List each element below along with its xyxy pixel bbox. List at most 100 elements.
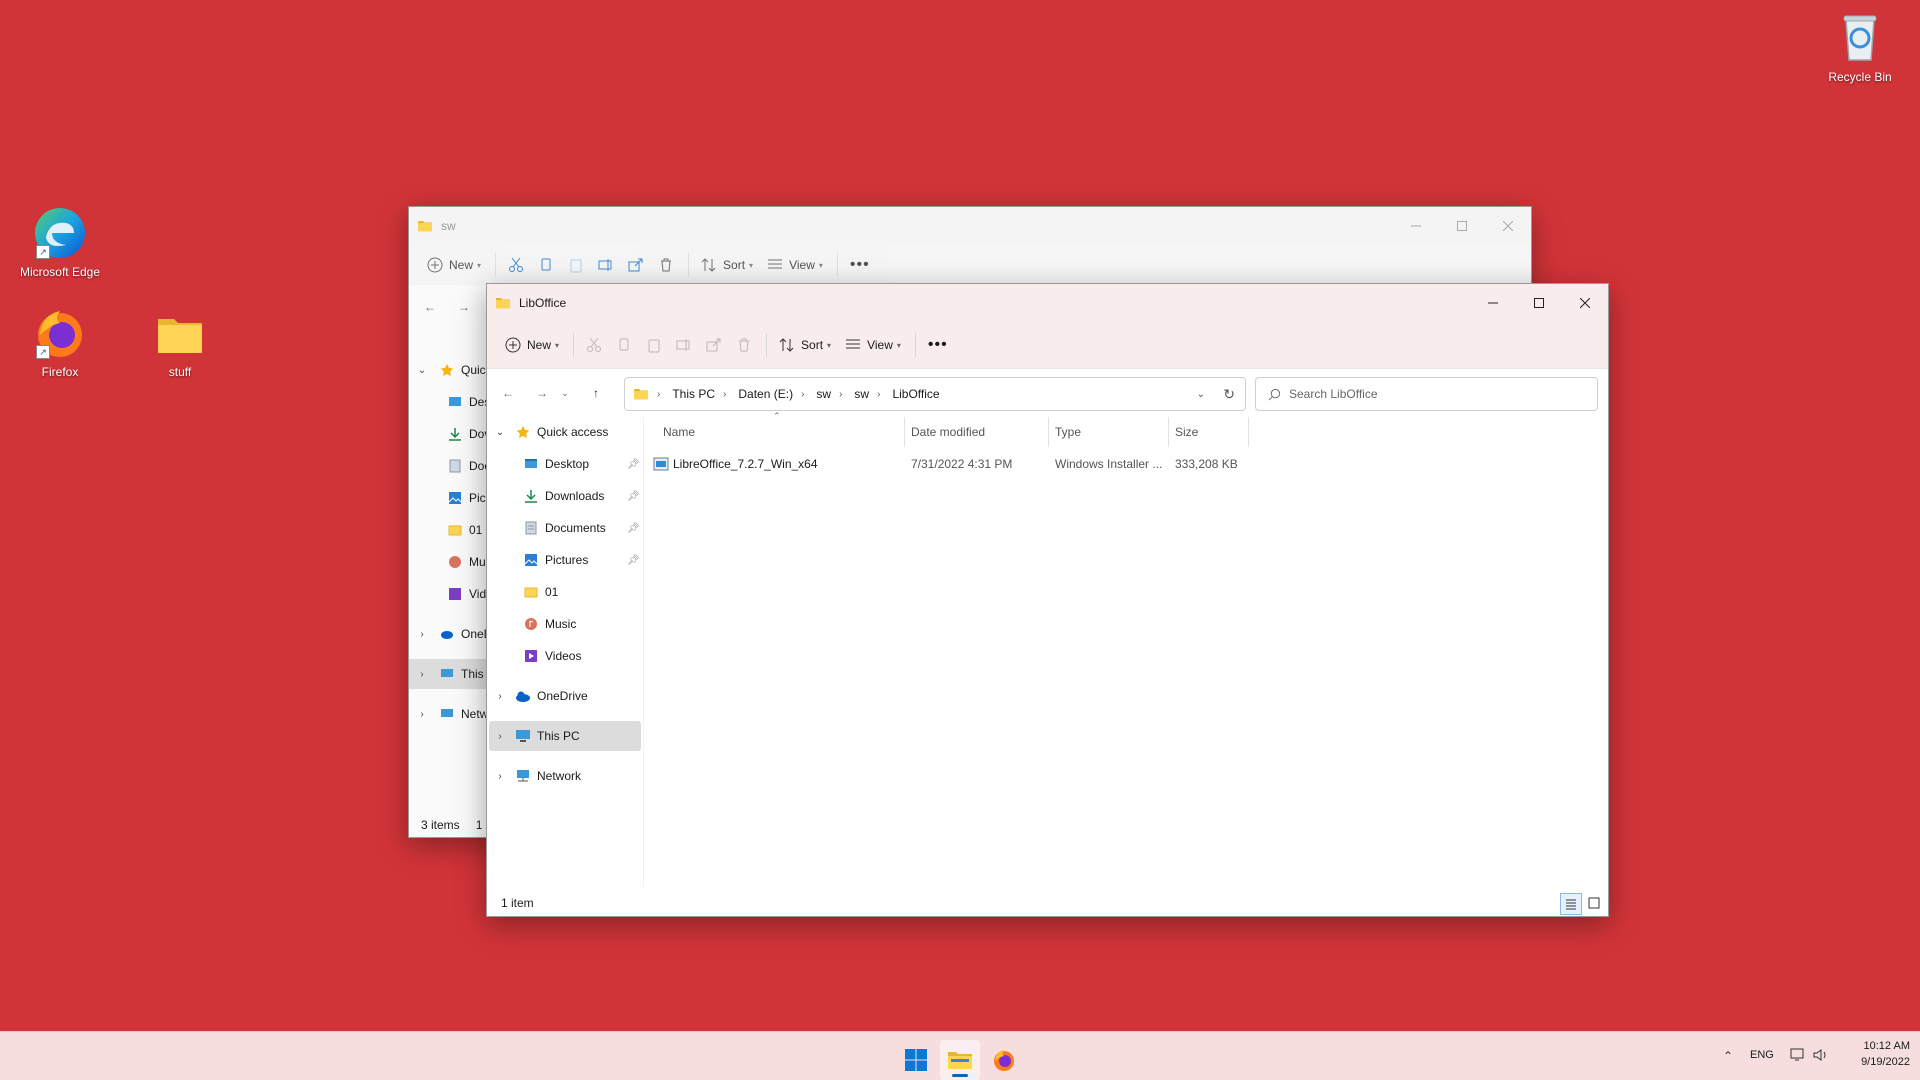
column-header-size[interactable]: Size (1175, 417, 1245, 447)
explorer-window-front[interactable]: LibOffice New ▾ Sort ▾ View ▾ ••• ← → ⌄ … (486, 283, 1609, 917)
sidebar-item-videos[interactable]: Vide (409, 579, 493, 609)
forward-button[interactable]: → (447, 291, 481, 323)
breadcrumb-item[interactable]: This PC › (672, 387, 734, 401)
refresh-button[interactable]: ↻ (1223, 386, 1235, 403)
pin-icon[interactable]: 📌︎ (627, 555, 640, 566)
sidebar-item-videos[interactable]: Videos (487, 641, 643, 671)
pin-icon[interactable]: 📌︎ (627, 459, 640, 470)
new-button[interactable]: New ▾ (421, 249, 487, 281)
back-button[interactable]: ← (491, 377, 525, 409)
language-indicator[interactable]: ENG (1750, 1049, 1774, 1061)
breadcrumb-item[interactable]: sw › (816, 387, 850, 401)
sidebar-item-desktop[interactable]: Desktop 📌︎ (487, 449, 643, 479)
breadcrumb-label: This PC (672, 387, 716, 401)
trash-icon (739, 338, 750, 352)
start-button[interactable] (896, 1040, 936, 1080)
copy-button[interactable] (532, 249, 560, 281)
paste-button[interactable] (640, 329, 668, 361)
column-divider[interactable] (904, 417, 905, 447)
delete-button[interactable] (652, 249, 680, 281)
column-divider[interactable] (1248, 417, 1249, 447)
share-button[interactable] (700, 329, 728, 361)
chevron-right-icon: › (723, 388, 727, 400)
taskbar-firefox[interactable] (984, 1040, 1024, 1080)
delete-button[interactable] (730, 329, 758, 361)
sidebar-item-downloads[interactable]: Dov (409, 419, 490, 449)
back-button[interactable]: ← (413, 291, 447, 323)
sidebar-item-music[interactable]: Mu (409, 547, 486, 577)
folder-icon (417, 218, 433, 234)
title-bar[interactable]: LibOffice (487, 284, 1608, 322)
breadcrumb-item[interactable]: Daten (E:) › (738, 387, 812, 401)
up-button[interactable]: ↑ (579, 377, 613, 409)
cut-button[interactable] (580, 329, 608, 361)
sidebar-item-onedrive[interactable]: › OneD (409, 619, 492, 649)
new-button[interactable]: New ▾ (499, 329, 565, 361)
desktop-icon-stuff-folder[interactable]: stuff (132, 305, 228, 379)
close-button[interactable] (1485, 207, 1531, 245)
sidebar-item-desktop[interactable]: Des (409, 387, 490, 417)
sidebar-item-onedrive[interactable]: › OneDrive (487, 681, 643, 711)
close-button[interactable] (1562, 284, 1608, 322)
sort-button[interactable]: Sort ▾ (695, 249, 759, 281)
pin-icon[interactable]: 📌︎ (627, 491, 640, 502)
column-header-name[interactable]: Name (663, 417, 893, 447)
view-button[interactable]: View ▾ (761, 249, 829, 281)
network-tray-button[interactable] (1790, 1046, 1808, 1067)
desktop-icon-firefox[interactable]: ↗ Firefox (12, 305, 108, 379)
view-button[interactable]: View ▾ (839, 329, 907, 361)
sidebar-item-network[interactable]: › Network (487, 761, 643, 791)
tiles-view-button[interactable] (1584, 893, 1604, 913)
rename-button[interactable] (670, 329, 698, 361)
title-bar[interactable]: sw (409, 207, 1531, 245)
sidebar-item-this-pc[interactable]: › This PC (489, 721, 641, 751)
column-divider[interactable] (1168, 417, 1169, 447)
chevron-right-icon: › (420, 708, 424, 720)
sidebar-item-documents[interactable]: Documents 📌︎ (487, 513, 643, 543)
recent-locations-button[interactable]: ⌄ (553, 377, 577, 409)
maximize-button[interactable] (1516, 284, 1562, 322)
more-options-button[interactable]: ••• (844, 249, 876, 281)
desktop-icon-edge[interactable]: ↗ Microsoft Edge (12, 205, 108, 279)
sidebar-item-quick-access[interactable]: ⌄ Quic (409, 355, 486, 385)
more-options-button[interactable]: ••• (922, 329, 954, 361)
rename-button[interactable] (592, 249, 620, 281)
breadcrumb-separator[interactable]: › (649, 389, 668, 400)
sidebar-item-music[interactable]: Music (487, 609, 643, 639)
sidebar-item-01[interactable]: 01 (487, 577, 643, 607)
cut-button[interactable] (502, 249, 530, 281)
paste-button[interactable] (562, 249, 590, 281)
copy-button[interactable] (610, 329, 638, 361)
sidebar-item-downloads[interactable]: Downloads 📌︎ (487, 481, 643, 511)
minimize-button[interactable] (1470, 284, 1516, 322)
clock[interactable]: 10:12 AM 9/19/2022 (1840, 1038, 1910, 1070)
breadcrumb-item[interactable]: sw › (854, 387, 888, 401)
address-dropdown-button[interactable]: ⌄ (1197, 389, 1205, 400)
volume-tray-button[interactable] (1812, 1046, 1830, 1067)
sidebar-item-quick-access[interactable]: ⌄ Quick access (487, 417, 643, 447)
sidebar-item-01[interactable]: 01 (409, 515, 482, 545)
cloud-icon (515, 688, 531, 704)
sort-button[interactable]: Sort ▾ (773, 329, 837, 361)
search-box[interactable]: Search LibOffice (1255, 377, 1598, 411)
star-icon (515, 424, 531, 440)
sidebar-item-documents[interactable]: Doc (409, 451, 490, 481)
address-bar[interactable]: › This PC › Daten (E:) › sw › sw › LibOffice… (624, 377, 1246, 411)
details-view-button[interactable] (1560, 893, 1582, 915)
column-divider[interactable] (1048, 417, 1049, 447)
sidebar-item-pictures[interactable]: Pict (409, 483, 489, 513)
sidebar-item-pictures[interactable]: Pictures 📌︎ (487, 545, 643, 575)
sidebar-item-network[interactable]: › Netw (409, 699, 488, 729)
table-row[interactable]: LibreOffice_7.2.7_Win_x64 7/31/2022 4:31… (647, 449, 1267, 479)
minimize-button[interactable] (1393, 207, 1439, 245)
column-header-type[interactable]: Type (1055, 417, 1165, 447)
desktop-icon-recycle-bin[interactable]: Recycle Bin (1812, 10, 1908, 84)
column-header-date[interactable]: Date modified (911, 417, 1051, 447)
breadcrumb-item-current[interactable]: LibOffice (892, 387, 939, 401)
pin-icon[interactable]: 📌︎ (627, 523, 640, 534)
show-hidden-icons-button[interactable]: ⌃ (1718, 1046, 1738, 1066)
share-button[interactable] (622, 249, 650, 281)
window-title: sw (441, 219, 456, 233)
maximize-button[interactable] (1439, 207, 1485, 245)
taskbar-file-explorer[interactable] (940, 1040, 980, 1080)
